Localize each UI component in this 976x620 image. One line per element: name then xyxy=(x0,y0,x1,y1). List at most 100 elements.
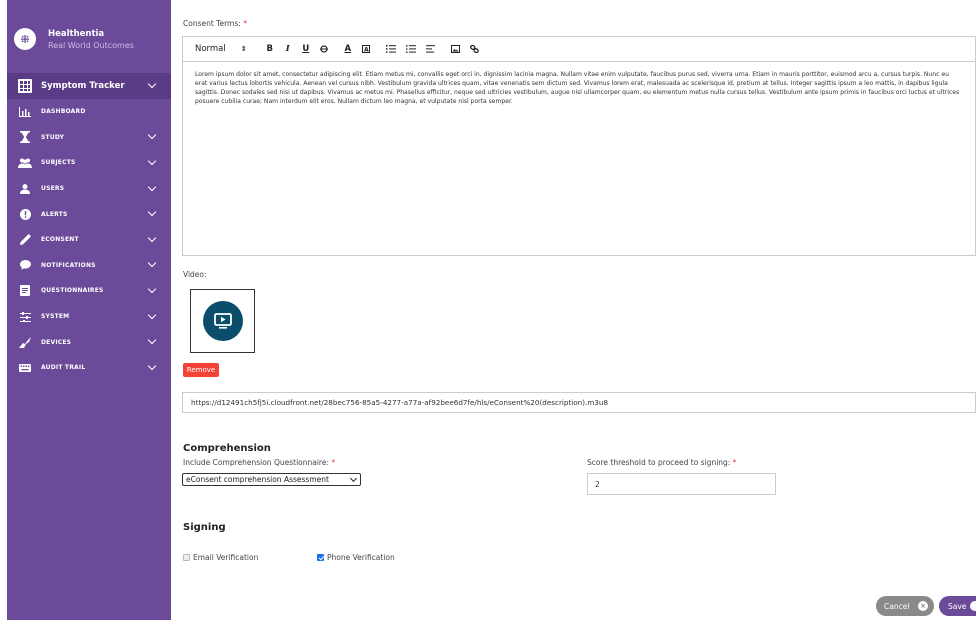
chevron-down-icon xyxy=(147,79,157,89)
sidebar-nav: Symptom Tracker Dashboard Study Subjects xyxy=(7,73,171,381)
consent-terms-label-text: Consent Terms: xyxy=(183,19,241,28)
sidebar-item-label: eConsent xyxy=(41,236,79,244)
sidebar-item-subjects[interactable]: Subjects xyxy=(7,150,171,176)
video-play-icon xyxy=(202,301,243,341)
sidebar-item-label: Subjects xyxy=(41,159,76,167)
hourglass-icon xyxy=(18,130,32,144)
chevron-down-icon xyxy=(147,310,157,319)
sidebar-item-label: Users xyxy=(41,185,65,193)
phone-verification-label: Phone Verification xyxy=(327,553,395,562)
device-icon xyxy=(18,335,32,349)
background-color-icon[interactable]: A xyxy=(361,45,370,54)
sidebar-item-alerts[interactable]: Alerts xyxy=(7,201,171,227)
sidebar-item-dashboard[interactable]: Dashboard xyxy=(7,99,171,125)
email-verification-label: Email Verification xyxy=(193,553,259,562)
strikethrough-icon[interactable] xyxy=(319,45,328,53)
grid-icon xyxy=(18,79,32,93)
chevron-down-icon xyxy=(147,207,157,217)
email-verification-checkbox[interactable] xyxy=(183,554,190,561)
italic-icon[interactable]: I xyxy=(284,44,292,54)
cancel-button[interactable]: Cancel × xyxy=(876,596,934,616)
remove-video-button[interactable]: Remove xyxy=(183,363,219,377)
brand-subtitle: Real World Outcomes xyxy=(48,41,134,50)
brand-name: Healthentia xyxy=(48,29,105,39)
threshold-label: Score threshold to proceed to signing: * xyxy=(587,458,736,467)
sliders-icon xyxy=(18,310,32,324)
group-icon xyxy=(18,156,32,170)
sidebar-item-study[interactable]: Study xyxy=(7,125,171,151)
signing-heading: Signing xyxy=(183,522,226,533)
comprehension-heading: Comprehension xyxy=(183,443,271,454)
underline-icon[interactable]: U xyxy=(302,44,310,54)
chevron-down-icon xyxy=(147,131,157,140)
save-button[interactable]: Save xyxy=(939,596,976,616)
format-select-arrows-icon[interactable]: ⇕ xyxy=(240,45,248,53)
video-url-field[interactable]: https://d12491ch5fj5i.cloudfront.net/28b… xyxy=(182,392,976,413)
sidebar-item-label: Questionnaires xyxy=(41,287,104,295)
healthentia-logo-icon: ⁜ xyxy=(14,28,36,50)
phone-verification-checkbox[interactable] xyxy=(317,554,324,561)
close-icon: × xyxy=(918,601,928,611)
sidebar-item-label: Notifications xyxy=(41,261,96,269)
chevron-down-icon xyxy=(147,335,157,345)
chat-icon xyxy=(18,258,32,272)
sidebar-item-notifications[interactable]: Notifications xyxy=(7,253,171,279)
required-mark: * xyxy=(243,19,247,28)
editor-toolbar: Normal ⇕ B I U A A xyxy=(183,37,975,62)
sidebar-item-label: Symptom Tracker xyxy=(41,81,125,91)
ordered-list-icon[interactable] xyxy=(385,45,396,53)
format-select[interactable]: Normal xyxy=(195,44,226,54)
required-mark: * xyxy=(732,458,737,467)
align-icon[interactable] xyxy=(425,45,435,53)
selected-questionnaire: eConsent comprehension Assessment xyxy=(186,475,329,484)
sidebar-item-label: Audit Trail xyxy=(41,364,86,372)
sidebar: ⁜ Healthentia Real World Outcomes Sympto… xyxy=(7,0,171,620)
sidebar-item-label: Dashboard xyxy=(41,108,86,116)
sidebar-item-users[interactable]: Users xyxy=(7,176,171,202)
video-thumbnail[interactable] xyxy=(190,289,255,353)
include-questionnaire-label: Include Comprehension Questionnaire: * xyxy=(183,458,335,467)
chevron-down-icon xyxy=(147,259,157,268)
chevron-down-icon xyxy=(349,474,358,483)
brand: ⁜ Healthentia Real World Outcomes xyxy=(7,0,171,62)
sidebar-item-econsent[interactable]: eConsent xyxy=(7,227,171,253)
video-label: Video: xyxy=(183,270,207,279)
svg-text:A: A xyxy=(364,47,369,54)
document-icon xyxy=(18,284,32,298)
bold-icon[interactable]: B xyxy=(266,44,274,54)
sidebar-item-devices[interactable]: Devices xyxy=(7,329,171,355)
pencil-icon xyxy=(18,233,32,247)
chevron-down-icon xyxy=(147,361,157,370)
required-mark: * xyxy=(331,458,336,467)
cancel-label: Cancel xyxy=(884,601,910,611)
sidebar-item-system[interactable]: System xyxy=(7,304,171,330)
sidebar-item-label: System xyxy=(41,313,70,321)
alert-icon xyxy=(18,207,32,221)
text-color-icon[interactable]: A xyxy=(344,44,352,54)
sidebar-item-questionnaires[interactable]: Questionnaires xyxy=(7,278,171,304)
consent-terms-label: Consent Terms: * xyxy=(183,19,247,28)
editor-content[interactable]: Lorem ipsum dolor sit amet, consectetur … xyxy=(183,62,975,106)
include-questionnaire-label-text: Include Comprehension Questionnaire: xyxy=(183,458,329,467)
threshold-label-text: Score threshold to proceed to signing: xyxy=(587,458,731,467)
sidebar-item-audit-trail[interactable]: Audit Trail xyxy=(7,355,171,381)
sidebar-item-symptom-tracker[interactable]: Symptom Tracker xyxy=(7,73,171,99)
comprehension-questionnaire-select[interactable]: eConsent comprehension Assessment xyxy=(182,473,361,486)
bullet-list-icon[interactable] xyxy=(405,45,416,53)
score-threshold-input[interactable]: 2 xyxy=(587,473,776,495)
chevron-down-icon xyxy=(147,284,157,294)
chevron-down-icon xyxy=(147,156,157,166)
keyboard-icon xyxy=(18,361,32,375)
user-icon xyxy=(18,182,32,196)
sidebar-item-label: Study xyxy=(41,133,65,141)
rich-text-editor[interactable]: Normal ⇕ B I U A A Lorem ipsum dolor sit… xyxy=(182,36,976,256)
image-icon[interactable] xyxy=(450,45,460,53)
save-icon xyxy=(970,601,976,611)
save-label: Save xyxy=(948,601,967,611)
phone-verification-option[interactable]: Phone Verification xyxy=(317,553,395,562)
chevron-down-icon xyxy=(147,233,157,243)
sidebar-item-label: Devices xyxy=(41,338,72,346)
link-icon[interactable] xyxy=(469,45,479,53)
email-verification-option[interactable]: Email Verification xyxy=(183,553,258,562)
bar-chart-icon xyxy=(18,105,32,119)
